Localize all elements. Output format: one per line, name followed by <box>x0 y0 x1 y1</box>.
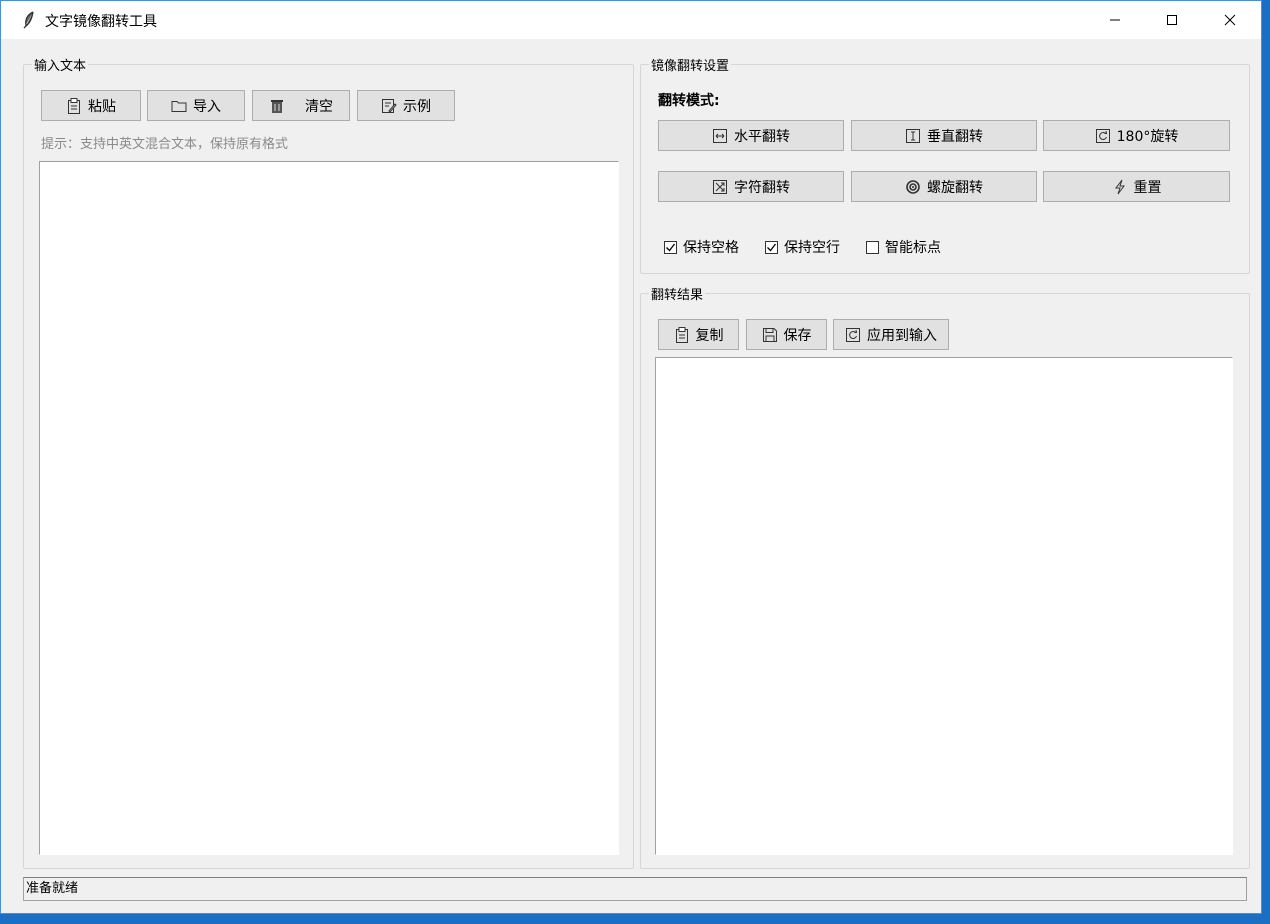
copy-button[interactable]: 复制 <box>658 319 739 350</box>
input-hint: 提示：支持中英文混合文本，保持原有格式 <box>41 137 289 152</box>
keep-spaces-checkbox[interactable]: 保持空格 <box>664 237 739 257</box>
mode-label: 翻转模式: <box>658 93 720 109</box>
keep-blank-lines-checkbox[interactable]: 保持空行 <box>765 237 840 257</box>
apply-to-input-button[interactable]: 应用到输入 <box>833 319 949 350</box>
spiral-flip-button[interactable]: 螺旋翻转 <box>851 171 1037 202</box>
floppy-icon <box>762 327 778 343</box>
result-legend: 翻转结果 <box>651 288 704 303</box>
horizontal-flip-button[interactable]: 水平翻转 <box>658 120 844 151</box>
minimize-button[interactable] <box>1086 1 1144 39</box>
note-icon <box>381 98 397 114</box>
apply-to-input-label: 应用到输入 <box>867 327 937 344</box>
minimize-icon <box>1110 19 1120 21</box>
refresh-icon <box>845 327 861 343</box>
title-bar[interactable]: 文字镜像翻转工具 <box>1 1 1261 39</box>
checkmark-icon <box>666 243 676 251</box>
save-button[interactable]: 保存 <box>746 319 827 350</box>
keep-blank-lines-label: 保持空行 <box>784 240 840 256</box>
status-bar: 准备就绪 <box>23 877 1247 901</box>
horizontal-arrows-icon <box>712 128 728 144</box>
example-label: 示例 <box>403 98 431 115</box>
maximize-button[interactable] <box>1143 1 1201 39</box>
app-window: 文字镜像翻转工具 输入文本 粘贴 导入 清空 示例 提示：支持中英文混合文本，保… <box>0 0 1262 914</box>
input-textarea[interactable] <box>39 161 619 855</box>
char-flip-button[interactable]: 字符翻转 <box>658 171 844 202</box>
shuffle-icon <box>712 179 728 195</box>
input-legend: 输入文本 <box>34 59 87 74</box>
rotate-180-label: 180°旋转 <box>1116 128 1179 145</box>
copy-label: 复制 <box>695 327 724 344</box>
checkbox-box[interactable] <box>866 240 879 254</box>
close-icon <box>1224 14 1236 26</box>
window-title: 文字镜像翻转工具 <box>45 14 157 30</box>
rotate-icon <box>1095 128 1111 144</box>
save-label: 保存 <box>783 327 812 344</box>
reset-label: 重置 <box>1133 179 1162 196</box>
reset-button[interactable]: 重置 <box>1043 171 1230 202</box>
clear-label: 清空 <box>305 98 333 115</box>
import-button[interactable]: 导入 <box>147 90 245 121</box>
smart-punct-checkbox[interactable]: 智能标点 <box>866 237 941 257</box>
rotate-180-button[interactable]: 180°旋转 <box>1043 120 1230 151</box>
result-textarea[interactable] <box>655 357 1233 855</box>
import-label: 导入 <box>193 98 221 115</box>
spiral-flip-label: 螺旋翻转 <box>927 179 983 196</box>
char-flip-label: 字符翻转 <box>734 179 790 196</box>
checkmark-icon <box>767 243 777 251</box>
horizontal-flip-label: 水平翻转 <box>734 128 790 145</box>
lightning-icon <box>1112 179 1128 195</box>
clipboard-icon <box>674 326 690 343</box>
checkbox-box[interactable] <box>664 240 677 254</box>
checkbox-box[interactable] <box>765 240 778 254</box>
keep-spaces-label: 保持空格 <box>683 240 739 256</box>
trash-icon <box>269 98 285 114</box>
clipboard-icon <box>66 97 82 114</box>
paste-label: 粘贴 <box>88 98 116 115</box>
vertical-flip-button[interactable]: 垂直翻转 <box>851 120 1037 151</box>
paste-button[interactable]: 粘贴 <box>41 90 141 121</box>
feather-icon <box>23 11 35 29</box>
maximize-icon <box>1167 15 1177 25</box>
spiral-icon <box>905 179 921 195</box>
clear-button[interactable]: 清空 <box>252 90 350 121</box>
close-button[interactable] <box>1201 1 1259 39</box>
settings-legend: 镜像翻转设置 <box>651 59 730 74</box>
folder-icon <box>171 98 187 114</box>
smart-punct-label: 智能标点 <box>885 240 941 256</box>
vertical-bar-icon <box>905 128 921 144</box>
example-button[interactable]: 示例 <box>357 90 455 121</box>
vertical-flip-label: 垂直翻转 <box>927 128 983 145</box>
